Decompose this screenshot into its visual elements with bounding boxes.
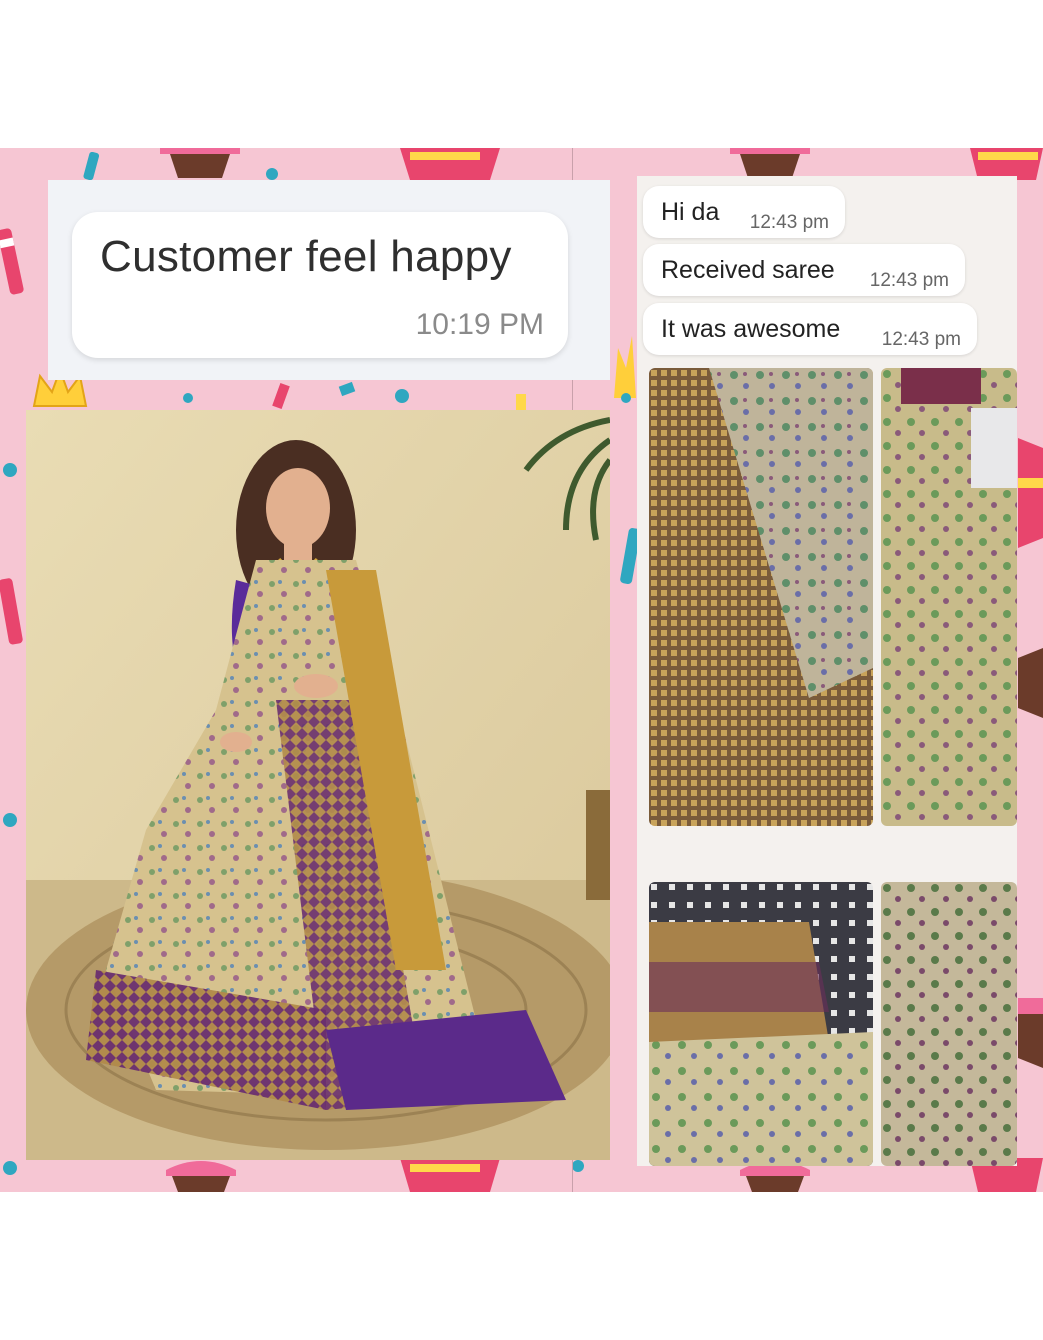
chat-message-text: Hi da <box>661 198 720 226</box>
chat-bubble: Customer feel happy 10:19 PM <box>72 212 568 358</box>
chat-screenshot-right: Hi da 12:43 pm Received saree 12:43 pm I… <box>637 176 1017 1166</box>
chat-bubble: It was awesome 12:43 pm <box>643 303 977 355</box>
saree-photo-2[interactable] <box>881 368 1017 826</box>
chat-message-text: Customer feel happy <box>100 232 512 281</box>
chat-message-text: Received saree <box>661 256 835 284</box>
testimonial-collage: Customer feel happy 10:19 PM Hi da 12:43… <box>0 148 1043 1192</box>
saree-photo-1[interactable] <box>649 368 873 826</box>
chat-screenshot-left: Customer feel happy 10:19 PM <box>48 180 610 380</box>
chat-bubble: Hi da 12:43 pm <box>643 186 845 238</box>
chat-timestamp: 12:43 pm <box>881 329 961 350</box>
saree-photo-4[interactable] <box>881 882 1017 1166</box>
chat-timestamp: 12:43 pm <box>869 270 949 291</box>
chat-bubble: Received saree 12:43 pm <box>643 244 965 296</box>
chat-message-text: It was awesome <box>661 315 841 343</box>
model-saree-photo <box>26 410 610 1160</box>
chat-timestamp: 12:43 pm <box>749 212 829 233</box>
saree-photo-3[interactable] <box>649 882 873 1166</box>
chat-timestamp: 10:19 PM <box>415 308 544 341</box>
